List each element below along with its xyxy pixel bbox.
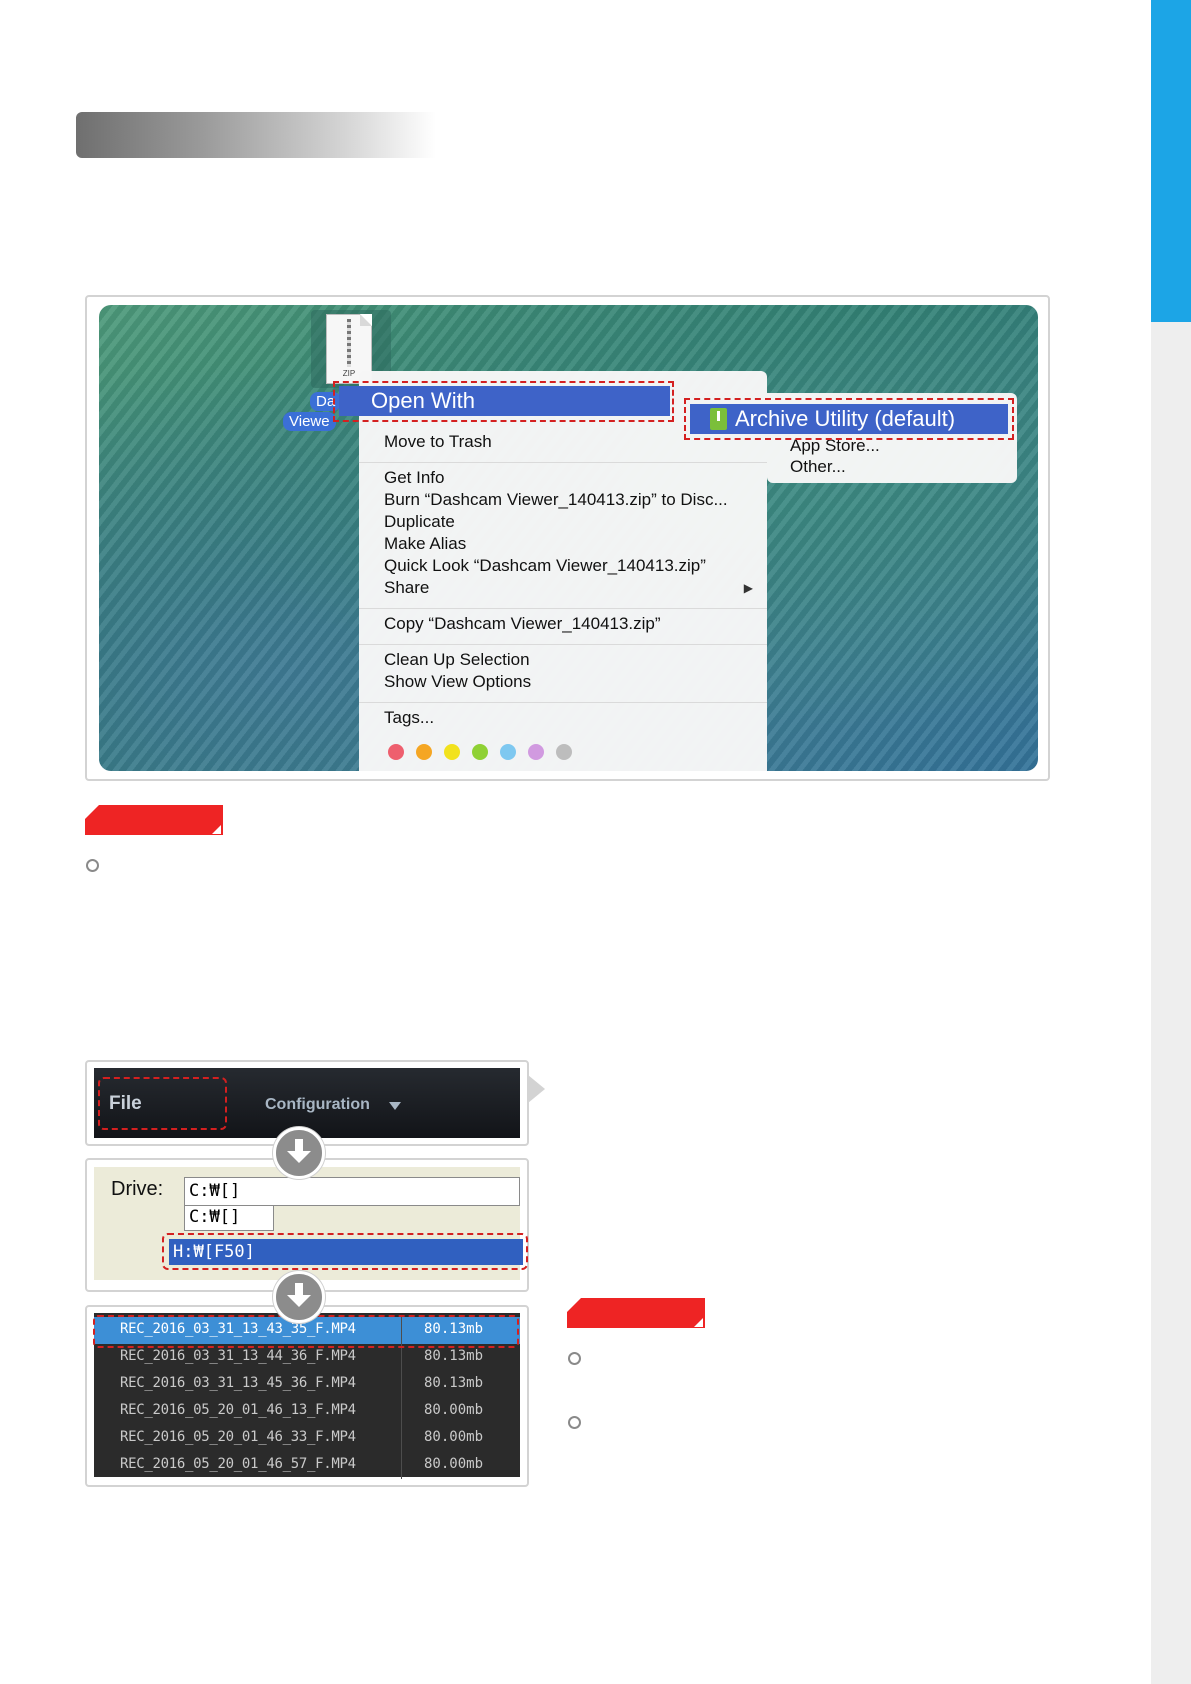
- menu-item-duplicate[interactable]: Duplicate: [384, 511, 455, 533]
- arrow-down-icon: [273, 1271, 325, 1323]
- menu-separator: [359, 608, 767, 609]
- drive-label: Drive:: [111, 1178, 164, 1200]
- open-with-highlight-box: [333, 381, 674, 422]
- tag-blue-dot[interactable]: [500, 744, 516, 760]
- file-row[interactable]: REC_2016_03_31_13_44_36_F.MP4 80.13mb: [94, 1344, 520, 1371]
- file-name: REC_2016_05_20_01_46_13_F.MP4: [120, 1402, 356, 1418]
- tag-purple-dot[interactable]: [528, 744, 544, 760]
- tag-yellow-dot[interactable]: [444, 744, 460, 760]
- menu-item-tags[interactable]: Tags...: [384, 707, 434, 729]
- zip-file-caption-line2[interactable]: Viewe: [283, 412, 336, 431]
- file-row[interactable]: REC_2016_05_20_01_46_57_F.MP4 80.00mb: [94, 1452, 520, 1479]
- menu-item-burn[interactable]: Burn “Dashcam Viewer_140413.zip” to Disc…: [384, 489, 728, 511]
- menu-item-quick-look[interactable]: Quick Look “Dashcam Viewer_140413.zip”: [384, 555, 706, 577]
- note-bullet: [568, 1352, 581, 1365]
- menu-item-clean-up-selection[interactable]: Clean Up Selection: [384, 649, 530, 671]
- archive-utility-highlight-box: [684, 398, 1014, 440]
- menu-item-move-to-trash[interactable]: Move to Trash: [384, 431, 492, 453]
- callout-arrow-icon: [528, 1075, 545, 1103]
- tag-gray-dot[interactable]: [556, 744, 572, 760]
- note-bullet: [86, 859, 99, 872]
- file-size: 80.00mb: [424, 1429, 484, 1445]
- drive-option-c[interactable]: C:₩[]: [184, 1206, 274, 1231]
- submenu-arrow-icon: ▶: [743, 581, 753, 595]
- menu-item-share[interactable]: Share: [384, 577, 429, 599]
- menu-item-get-info[interactable]: Get Info: [384, 467, 444, 489]
- file-row[interactable]: REC_2016_05_20_01_46_13_F.MP4 80.00mb: [94, 1398, 520, 1425]
- file-name: REC_2016_05_20_01_46_57_F.MP4: [120, 1456, 356, 1472]
- section-header-bar: [76, 112, 436, 158]
- tag-red-dot[interactable]: [388, 744, 404, 760]
- file-size: 80.13mb: [424, 1375, 484, 1391]
- tag-green-dot[interactable]: [472, 744, 488, 760]
- configuration-menu[interactable]: Configuration: [265, 1096, 370, 1114]
- file-row[interactable]: REC_2016_05_20_01_46_33_F.MP4 80.00mb: [94, 1425, 520, 1452]
- file-row[interactable]: REC_2016_03_31_13_45_36_F.MP4 80.13mb: [94, 1371, 520, 1398]
- file-size: 80.00mb: [424, 1402, 484, 1418]
- side-chapter-tab: [1151, 0, 1191, 322]
- tag-orange-dot[interactable]: [416, 744, 432, 760]
- drive-option-highlight-box: [162, 1233, 528, 1270]
- submenu-item-other[interactable]: Other...: [790, 456, 846, 478]
- menu-separator: [359, 702, 767, 703]
- note-label-tab: [567, 1298, 705, 1328]
- file-name: REC_2016_03_31_13_44_36_F.MP4: [120, 1348, 356, 1364]
- file-menu-highlight-box: [98, 1077, 227, 1130]
- note-bullet: [568, 1416, 581, 1429]
- file-size: 80.13mb: [424, 1348, 484, 1364]
- file-size: 80.00mb: [424, 1456, 484, 1472]
- menu-separator: [359, 462, 767, 463]
- drive-combobox[interactable]: C:₩[]: [184, 1177, 520, 1206]
- menu-item-copy[interactable]: Copy “Dashcam Viewer_140413.zip”: [384, 613, 661, 635]
- menu-item-make-alias[interactable]: Make Alias: [384, 533, 466, 555]
- file-name: REC_2016_05_20_01_46_33_F.MP4: [120, 1429, 356, 1445]
- arrow-down-icon: [273, 1127, 325, 1179]
- menu-item-show-view-options[interactable]: Show View Options: [384, 671, 531, 693]
- file-name: REC_2016_03_31_13_45_36_F.MP4: [120, 1375, 356, 1391]
- note-label-tab: [85, 805, 223, 835]
- menu-separator: [359, 644, 767, 645]
- chevron-down-icon[interactable]: [389, 1102, 401, 1110]
